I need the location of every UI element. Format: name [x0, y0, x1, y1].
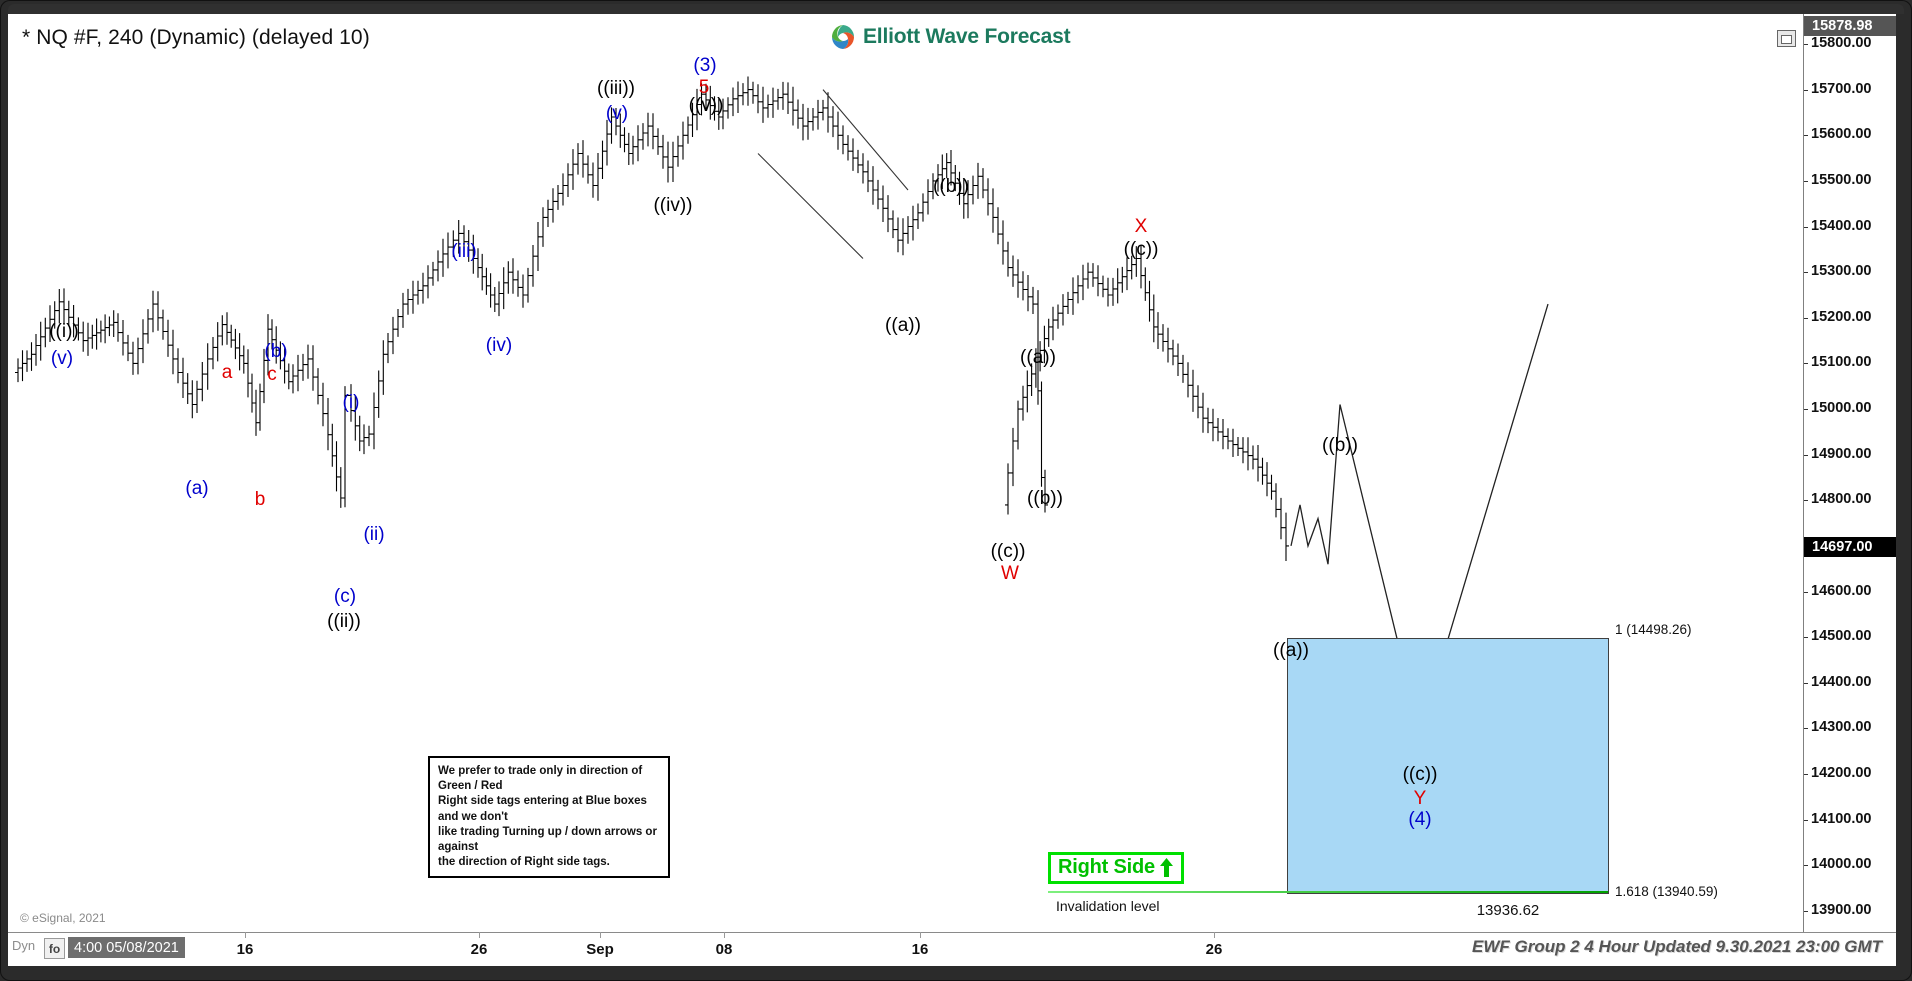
price-plot-area[interactable]: 1 (14498.26) 1.618 (13940.59) Right Side… — [8, 14, 1803, 932]
price-tick: 15800.00 — [1804, 35, 1871, 51]
wave-label: ((a)) — [1020, 347, 1056, 368]
price-tick: 14000.00 — [1804, 856, 1871, 872]
date-tick: 08 — [715, 941, 733, 958]
trading-note-box: We prefer to trade only in direction of … — [428, 756, 670, 879]
date-tick: Sep — [586, 941, 614, 958]
wave-label: ((b)) — [933, 176, 969, 197]
price-tick: 15600.00 — [1804, 126, 1871, 142]
wave-label: (v) — [50, 348, 74, 369]
wave-label: ((iv)) — [653, 195, 693, 216]
date-axis[interactable]: Dyn fo 4:00 05/08/2021 EWF Group 2 4 Hou… — [8, 932, 1896, 966]
wave-label: Y — [1413, 788, 1427, 809]
brand-logo: Elliott Wave Forecast — [830, 24, 1071, 50]
wave-label: ((iii)) — [597, 78, 635, 99]
wave-label: W — [1001, 563, 1019, 584]
price-tick: 15700.00 — [1804, 81, 1871, 97]
price-tick: 14900.00 — [1804, 446, 1871, 462]
price-axis[interactable]: 15800.00 15700.00 15600.00 15500.00 15400.00… — [1803, 14, 1896, 932]
fib-top-label: 1 (14498.26) — [1615, 622, 1692, 637]
price-tick: 14400.00 — [1804, 674, 1871, 690]
up-arrow-icon — [1159, 858, 1173, 878]
fo-icon[interactable]: fo — [44, 938, 65, 959]
note-line-4: the direction of Right side tags. — [438, 856, 610, 869]
note-line-3: like trading Turning up / down arrows or… — [438, 825, 657, 853]
price-tick: 14300.00 — [1804, 719, 1871, 735]
wave-label: (b) — [264, 341, 288, 362]
price-tick: 15200.00 — [1804, 309, 1871, 325]
price-tick: 15100.00 — [1804, 354, 1871, 370]
dyn-label: Dyn — [12, 938, 36, 953]
price-tick: 15400.00 — [1804, 218, 1871, 234]
wave-label: (iii) — [451, 241, 477, 262]
copyright-text: © eSignal, 2021 — [20, 911, 106, 925]
price-tick: 15000.00 — [1804, 400, 1871, 416]
price-tick: 15300.00 — [1804, 263, 1871, 279]
price-tick: 14600.00 — [1804, 583, 1871, 599]
wave-label: ((a)) — [1273, 640, 1309, 661]
brand-logo-text: Elliott Wave Forecast — [863, 25, 1071, 48]
current-date-readout: 4:00 05/08/2021 — [68, 937, 185, 958]
price-tick: 14200.00 — [1804, 765, 1871, 781]
price-tick: 14100.00 — [1804, 811, 1871, 827]
price-tick: 14500.00 — [1804, 628, 1871, 644]
wave-label: ((i)) — [49, 321, 79, 342]
attribution-text: EWF Group 2 4 Hour Updated 9.30.2021 23:… — [1472, 937, 1882, 956]
wave-label: ((v)) — [688, 95, 724, 116]
swirl-logo-icon — [830, 24, 856, 50]
note-line-1: We prefer to trade only in direction of … — [438, 765, 643, 793]
wave-label: ((c)) — [1402, 764, 1438, 785]
note-line-2: Right side tags entering at Blue boxes a… — [438, 795, 647, 823]
price-tick: 13900.00 — [1804, 902, 1871, 918]
date-tick: 16 — [911, 941, 929, 958]
wave-label: X — [1134, 216, 1148, 237]
target-zone-box — [1287, 638, 1609, 895]
fib-bottom-label: 1.618 (13940.59) — [1615, 884, 1718, 900]
wave-label: (4) — [1408, 809, 1432, 830]
invalidation-line — [1048, 891, 1608, 894]
chart-canvas[interactable]: 1 (14498.26) 1.618 (13940.59) Right Side… — [8, 14, 1896, 966]
wave-label: a — [221, 362, 233, 383]
high-price-marker: 15878.98 — [1804, 16, 1896, 36]
window-titlebar[interactable] — [8, 4, 1904, 14]
wave-label: ((a)) — [885, 315, 921, 336]
wave-label: (a) — [185, 478, 209, 499]
wave-label: (c) — [333, 586, 357, 607]
wave-label: ((b)) — [1027, 488, 1063, 509]
invalidation-value: 13936.62 — [1476, 902, 1540, 920]
wave-label: (v) — [605, 103, 629, 124]
invalidation-label: Invalidation level — [1056, 898, 1160, 915]
wave-label: ((b)) — [1322, 435, 1358, 456]
date-tick: 26 — [470, 941, 488, 958]
restore-window-icon[interactable] — [1777, 30, 1796, 47]
wave-label: ((c)) — [1123, 239, 1159, 260]
wave-label: (3) — [693, 55, 717, 76]
right-side-label: Right Side — [1058, 856, 1155, 879]
right-side-tag[interactable]: Right Side — [1048, 852, 1184, 885]
symbol-title: * NQ #F, 240 (Dynamic) (delayed 10) — [22, 26, 370, 49]
window-frame: 1 (14498.26) 1.618 (13940.59) Right Side… — [0, 0, 1912, 981]
wave-label: c — [267, 364, 277, 385]
wave-label: ((c)) — [990, 541, 1026, 562]
price-tick: 15500.00 — [1804, 172, 1871, 188]
last-price-marker: 14697.00 — [1804, 537, 1896, 558]
wave-label: (iv) — [485, 335, 513, 356]
date-tick: 16 — [236, 941, 254, 958]
wave-label: b — [254, 489, 266, 510]
screenshot-root: 1 (14498.26) 1.618 (13940.59) Right Side… — [0, 0, 1912, 981]
date-tick: 26 — [1205, 941, 1223, 958]
wave-label: ((ii)) — [327, 611, 361, 632]
price-tick: 14800.00 — [1804, 491, 1871, 507]
wave-label: (ii) — [363, 524, 385, 545]
wave-label: (i) — [342, 392, 360, 413]
